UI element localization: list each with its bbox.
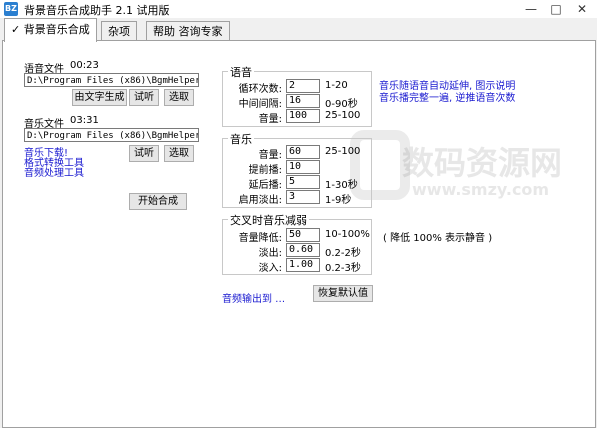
- window-title: 背景音乐合成助手 2.1 试用版: [24, 4, 170, 17]
- cross-fadein-input[interactable]: 1.00: [286, 258, 320, 272]
- voice-group-title: 语音: [228, 64, 254, 80]
- interval-input[interactable]: 16: [286, 94, 320, 108]
- fadeout-input[interactable]: 3: [286, 190, 320, 204]
- volume-reduce-range: 10-100%: [325, 229, 370, 240]
- volume-reduce-label: 音量降低:: [238, 233, 282, 244]
- tab-bgm-compose[interactable]: ✓ 背景音乐合成: [4, 18, 97, 42]
- watermark-brand: 数码资源网: [402, 144, 563, 182]
- voice-pick-button[interactable]: 选取: [164, 89, 194, 106]
- post-play-label: 延后播:: [248, 180, 282, 191]
- pre-play-input[interactable]: 10: [286, 160, 320, 174]
- audio-output-link[interactable]: 音频输出到 …: [222, 290, 285, 305]
- fadeout-label: 启用淡出:: [238, 195, 282, 206]
- cross-fadein-range: 0.2-3秒: [325, 263, 361, 274]
- cross-fade-group-title: 交叉时音乐减弱: [228, 212, 309, 228]
- voice-preview-button[interactable]: 试听: [129, 89, 159, 106]
- volume-reduce-input[interactable]: 50: [286, 228, 320, 242]
- tab-label: 杂项: [108, 25, 130, 38]
- music-path-field[interactable]: D:\Program Files (x86)\BgmHelper\mu: [24, 128, 199, 142]
- music-volume-input[interactable]: 60: [286, 145, 320, 159]
- tab-help[interactable]: 帮助 咨询专家: [146, 21, 230, 41]
- pre-play-label: 提前播:: [248, 165, 282, 176]
- maximize-icon[interactable]: □: [544, 0, 568, 18]
- mute-note: ( 降低 100% 表示静音 ): [383, 233, 493, 244]
- loop-count-label: 循环次数:: [238, 84, 282, 95]
- post-play-range: 1-30秒: [325, 180, 358, 191]
- check-icon: ✓: [11, 23, 21, 36]
- voice-note-2: 音乐播完整一遍, 逆推语音次数: [379, 93, 516, 104]
- cross-fadeout-range: 0.2-2秒: [325, 248, 361, 259]
- voice-path-field[interactable]: D:\Program Files (x86)\BgmHelper\mu: [24, 73, 199, 87]
- voice-volume-input[interactable]: 100: [286, 109, 320, 123]
- generate-from-text-button[interactable]: 由文字生成: [72, 89, 127, 106]
- cross-fadeout-input[interactable]: 0.60: [286, 243, 320, 257]
- audio-tools-link[interactable]: 音频处理工具: [24, 164, 84, 179]
- interval-range: 0-90秒: [325, 99, 358, 110]
- tab-misc[interactable]: 杂项: [101, 21, 137, 41]
- voice-volume-label: 音量:: [258, 114, 282, 125]
- cross-fadein-label: 淡入:: [258, 263, 282, 274]
- close-icon[interactable]: ✕: [570, 0, 594, 18]
- music-duration: 03:31: [70, 115, 99, 126]
- post-play-input[interactable]: 5: [286, 175, 320, 189]
- voice-duration: 00:23: [70, 60, 99, 71]
- music-volume-label: 音量:: [258, 150, 282, 161]
- start-compose-button[interactable]: 开始合成: [129, 193, 187, 210]
- loop-count-input[interactable]: 2: [286, 79, 320, 93]
- music-group-title: 音乐: [228, 131, 254, 147]
- minimize-icon[interactable]: —: [519, 0, 543, 18]
- music-pick-button[interactable]: 选取: [164, 145, 194, 162]
- music-preview-button[interactable]: 试听: [129, 145, 159, 162]
- tab-label: 背景音乐合成: [23, 23, 90, 36]
- watermark-url: www.smzy.com: [412, 180, 550, 199]
- fadeout-range: 1-9秒: [325, 195, 352, 206]
- loop-count-range: 1-20: [325, 80, 348, 91]
- voice-volume-range: 25-100: [325, 110, 361, 121]
- interval-label: 中间间隔:: [238, 99, 282, 110]
- app-icon: BZ: [4, 2, 18, 16]
- music-volume-range: 25-100: [325, 146, 361, 157]
- cross-fadeout-label: 淡出:: [258, 248, 282, 259]
- tab-label: 帮助 咨询专家: [153, 25, 223, 38]
- reset-defaults-button[interactable]: 恢复默认值: [313, 285, 373, 302]
